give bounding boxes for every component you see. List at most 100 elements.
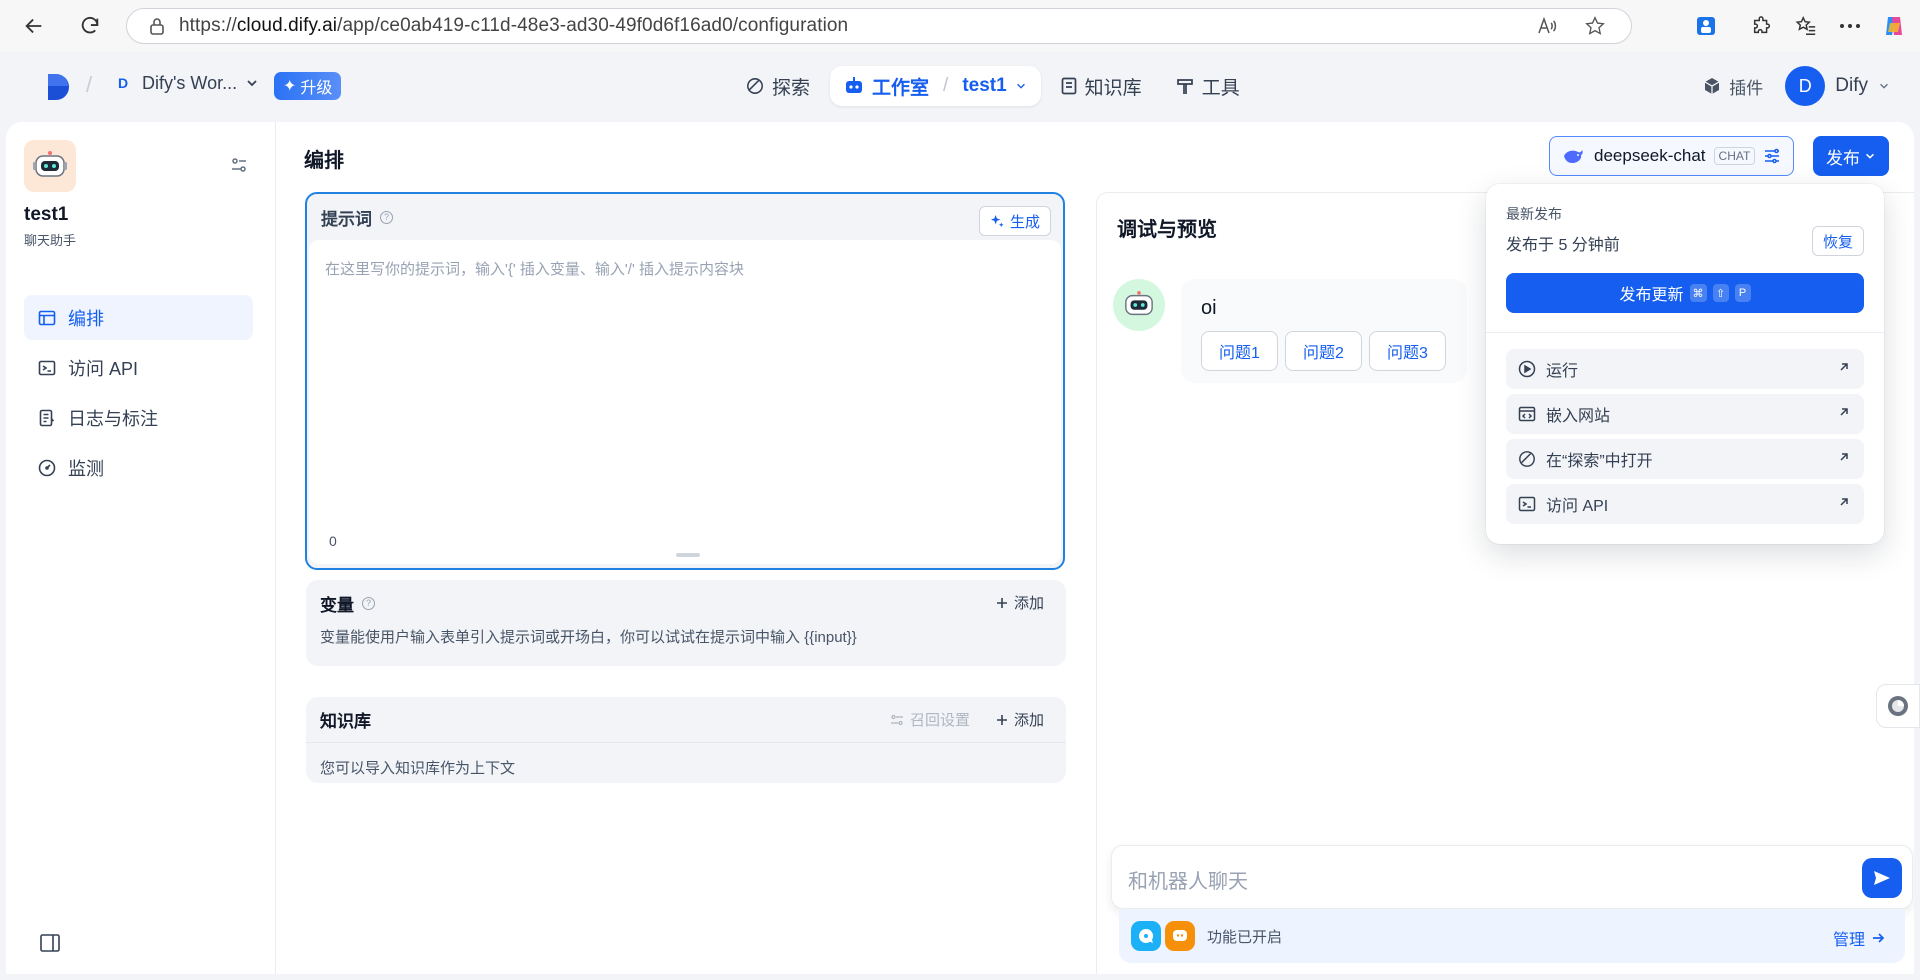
variables-description: 变量能使用户输入表单引入提示词或开场白，你可以试试在提示词中输入 {{input… [320,629,857,646]
extensions-puzzle-icon[interactable] [1740,8,1784,44]
favorite-star-icon[interactable] [1585,16,1605,36]
app-type: 聊天助手 [24,233,77,248]
app-robot-icon [24,140,76,192]
variables-section: 变量 ? 添加 变量能使用户输入表单引入提示词或开场白，你可以试试在提示词中输入… [306,580,1066,666]
sparkle-icon [990,214,1005,229]
send-icon [1872,868,1892,888]
extension-badge-icon[interactable] [1684,8,1728,44]
dify-logo-icon[interactable] [46,72,72,102]
play-icon [1518,360,1536,378]
compass-icon [746,77,764,95]
sidebar-item-orchestrate[interactable]: 编排 [24,295,253,340]
model-selector[interactable]: deepseek-chat CHAT [1549,136,1795,176]
settings-sliders-icon [890,713,904,727]
suggested-questions-icon [1165,921,1195,951]
retrieval-settings-button[interactable]: 召回设置 [890,709,970,730]
send-button[interactable] [1862,858,1902,898]
help-icon[interactable]: ? [362,596,375,610]
bot-message: oi 问题1 问题2 问题3 [1181,279,1467,383]
suggested-question-2[interactable]: 问题2 [1285,331,1362,371]
help-icon[interactable]: ? [380,210,393,224]
app-header: / D Dify's Wor... ✦ 升级 探索 工作室 / test1 知识… [0,52,1920,122]
model-name: deepseek-chat [1594,146,1706,165]
nav-tools[interactable]: 工具 [1162,66,1254,106]
shortcut-key: P [1734,284,1751,302]
assistant-orb-icon [1886,694,1910,718]
read-aloud-icon[interactable] [1537,17,1557,35]
cube-icon [1703,77,1721,95]
nav-studio[interactable]: 工作室 / test1 [830,66,1041,106]
workspace-switcher[interactable]: D Dify's Wor... [112,72,259,94]
resize-handle[interactable] [676,553,700,557]
user-menu[interactable]: D Dify [1785,66,1890,106]
current-app-name[interactable]: test1 [962,75,1006,97]
model-params-icon[interactable] [1763,147,1781,165]
external-link-icon [1838,406,1850,418]
gauge-icon [38,459,56,477]
compass-icon [1518,450,1536,468]
copilot-icon[interactable] [1872,8,1916,44]
layout-icon [38,309,56,327]
back-icon[interactable] [16,8,52,44]
sidebar-item-api[interactable]: 访问 API [24,345,253,390]
menu-item-open-explore[interactable]: 在“探索”中打开 [1506,439,1864,479]
generate-button[interactable]: 生成 [978,206,1051,236]
prompt-textarea[interactable]: 在这里写你的提示词，输入'{' 插入变量、输入'/' 插入提示内容块 0 [309,240,1061,564]
nav-explore[interactable]: 探索 [732,66,824,106]
upgrade-button[interactable]: ✦ 升级 [274,72,342,100]
robot-icon [844,77,864,95]
chat-input[interactable]: 和机器人聊天 [1111,845,1913,909]
more-menu-icon[interactable] [1828,8,1872,44]
url-text: https://cloud.dify.ai/app/ce0ab419-c11d-… [179,15,849,36]
sidebar-item-logs[interactable]: 日志与标注 [24,395,253,440]
features-status: 功能已开启 [1207,928,1283,946]
shortcut-key: ⇧ [1712,284,1729,302]
add-knowledge-button[interactable]: 添加 [996,709,1044,730]
page-title: 编排 [304,150,344,172]
suggested-question-1[interactable]: 问题1 [1201,331,1278,371]
app-sidebar: test1 聊天助手 编排 访问 API 日志与标注 监测 [6,122,276,974]
publish-button[interactable]: 发布 [1813,136,1889,176]
add-variable-button[interactable]: 添加 [996,592,1044,613]
reload-icon[interactable] [72,8,108,44]
chevron-down-icon [1864,150,1876,162]
model-mode-badge: CHAT [1713,147,1756,165]
sidebar-item-monitoring[interactable]: 监测 [24,445,253,490]
debug-title: 调试与预览 [1117,219,1217,241]
publish-update-button[interactable]: 发布更新 ⌘ ⇧ P [1506,273,1864,313]
favorites-list-icon[interactable] [1784,8,1828,44]
whale-icon [1562,147,1586,165]
suggested-question-3[interactable]: 问题3 [1369,331,1446,371]
user-avatar: D [1785,66,1826,106]
workspace-avatar: D [117,75,129,91]
bot-message-text: oi [1201,297,1217,319]
divider [1486,332,1884,333]
floating-assistant-button[interactable] [1876,684,1920,728]
nav-knowledge[interactable]: 知识库 [1047,66,1156,106]
address-bar[interactable]: https://cloud.dify.ai/app/ce0ab419-c11d-… [126,8,1632,44]
collapse-sidebar-icon[interactable] [40,934,60,952]
terminal-icon [38,359,56,377]
prompt-title: 提示词 [321,209,372,229]
prompt-placeholder: 在这里写你的提示词，输入'{' 插入变量、输入'/' 插入提示内容块 [325,261,744,278]
menu-item-run[interactable]: 运行 [1506,349,1864,389]
latest-publish-label: 最新发布 [1506,206,1562,222]
app-settings-icon[interactable] [230,156,248,174]
restore-button[interactable]: 恢复 [1811,226,1864,256]
knowledge-description: 您可以导入知识库作为上下文 [320,760,516,777]
publish-dropdown: 最新发布 发布于 5 分钟前 恢复 发布更新 ⌘ ⇧ P 运行 嵌入网站 在“探… [1486,184,1884,544]
plugins-button[interactable]: 插件 [1703,74,1763,99]
menu-item-embed[interactable]: 嵌入网站 [1506,394,1864,434]
chevron-down-icon [1015,80,1027,92]
book-icon [1061,77,1077,95]
manage-features-link[interactable]: 管理 [1833,926,1885,950]
menu-item-access-api[interactable]: 访问 API [1506,484,1864,524]
published-time: 发布于 5 分钟前 [1506,237,1620,254]
external-link-icon [1838,496,1850,508]
features-bar: 功能已开启 管理 [1119,909,1905,963]
variables-header: 变量 ? [306,580,1066,626]
terminal-icon [1518,495,1536,513]
app-menu: 编排 访问 API 日志与标注 监测 [24,295,253,495]
lock-icon [149,17,165,35]
user-name: Dify [1835,75,1868,96]
